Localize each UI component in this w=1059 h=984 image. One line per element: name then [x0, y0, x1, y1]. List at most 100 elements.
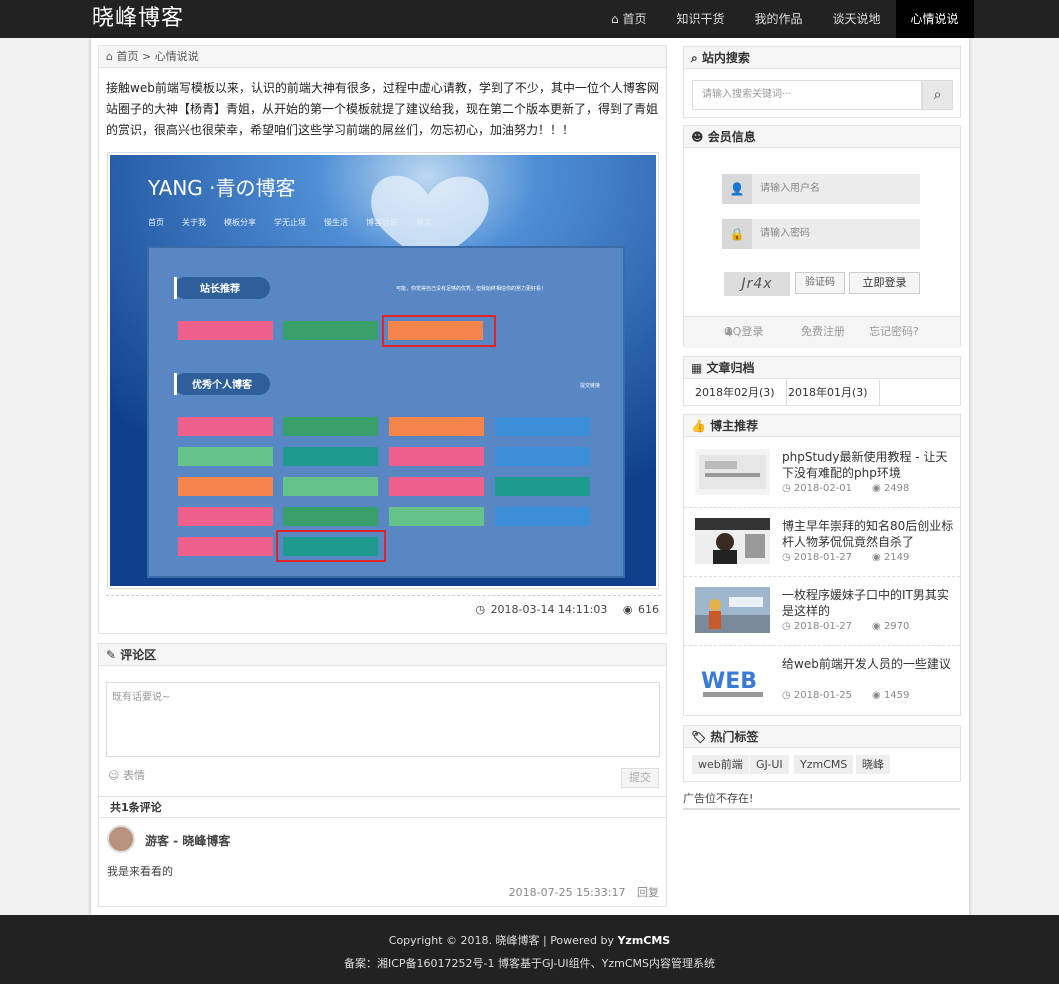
register-link[interactable]: 免费注册 — [801, 317, 845, 347]
member-header: ☻ 会员信息 — [684, 126, 960, 148]
home-icon: ⌂ — [106, 50, 117, 63]
shot-section-recommend: 站长推荐 — [200, 282, 240, 295]
tag-item[interactable]: web前端 — [692, 755, 749, 774]
search-header: ⌕ 站内搜索 — [684, 47, 960, 69]
user-icon: 👤 — [722, 174, 752, 204]
comments-panel: ✎ 评论区 既有话要说~ ☺ 表情 提交 共1条评论 游客 - 晓峰博客 我是来… — [98, 643, 667, 907]
comments-header: ✎ 评论区 — [99, 644, 666, 666]
tags-header: 🏷 热门标签 — [684, 726, 960, 748]
shot-title: YANG ·青の博客 — [147, 176, 296, 200]
shot-section-note: 可能，你觉得自己没有足够的优秀，但我始终相信你的努力更好看！ — [396, 285, 546, 292]
tag-item[interactable]: GJ-UI — [750, 755, 789, 774]
list-item[interactable]: phpStudy最新使用教程 - 让天下没有难配的php环境 ◷ 2018-02… — [684, 438, 960, 507]
login-button[interactable]: 立即登录 — [849, 272, 920, 294]
list-item[interactable]: 博主早年崇拜的知名80后创业标杆人物茅侃侃竟然自杀了 ◷ 2018-01-27 ◉… — [684, 507, 960, 576]
shot-nav-item: 模板分享 — [224, 217, 256, 227]
content-wrapper: ⌂ 首页 > 心情说说 接触web前端写模板以来，认识的前端大神有很多，过程中虚… — [91, 38, 969, 915]
article-title[interactable]: 博主早年崇拜的知名80后创业标杆人物茅侃侃竟然自杀了 — [782, 518, 954, 550]
reply-link[interactable]: 回复 — [637, 886, 659, 899]
list-item[interactable]: 一枚程序媛妹子口中的IT男其实是这样的 ◷ 2018-01-27 ◉ 2970 — [684, 576, 960, 645]
article-text: 接触web前端写模板以来，认识的前端大神有很多，过程中虚心请教，学到了不少，其中… — [106, 81, 659, 137]
search-input[interactable]: 请输入搜索关键词··· — [692, 80, 922, 110]
footer-copyright: Copyright © 2018. 晓峰博客 | Powered by YzmC… — [388, 934, 671, 947]
list-item[interactable]: WEB 给web前端开发人员的一些建议 ◷ 2018-01-25 ◉ 1459 — [684, 645, 960, 714]
tag-item[interactable]: YzmCMS — [794, 755, 854, 774]
shot-submit-link: 提交链接 — [580, 382, 600, 389]
footer-icp: 备案：湘ICP备16017252号-1 博客基于GJ-UI组件、YzmCMS内容… — [343, 957, 715, 970]
forgot-password-link[interactable]: 忘记密码? — [869, 317, 919, 347]
nav-home[interactable]: ⌂ 首页 — [596, 0, 661, 38]
smile-icon: ☺ — [108, 769, 123, 782]
thumbnail — [695, 449, 770, 495]
article-title[interactable]: phpStudy最新使用教程 - 让天下没有难配的php环境 — [782, 449, 954, 481]
search-icon: ⌕ — [691, 51, 702, 65]
nav-talk[interactable]: 谈天说地 — [817, 0, 895, 38]
comment-textarea[interactable]: 既有话要说~ — [106, 682, 660, 757]
site-logo[interactable]: 晓峰博客 — [92, 4, 184, 34]
comment-count: 共1条评论 — [99, 796, 666, 818]
article-meta: ◷ 2018-02-01 ◉ 2498 — [782, 483, 910, 494]
shot-nav-item: 首页 — [148, 217, 164, 227]
shot-section-blogs: 优秀个人博客 — [192, 378, 253, 391]
article-image: YANG ·青の博客 首页 关于我 模板分享 学无止境 慢生活 博客导航 留言 … — [107, 152, 659, 589]
divider — [106, 595, 661, 596]
breadcrumb-separator: > — [141, 50, 152, 63]
archive-item[interactable]: 2018年02月(3) — [684, 380, 787, 406]
recommend-header: 👍 博主推荐 — [684, 415, 960, 437]
article-panel: ⌂ 首页 > 心情说说 接触web前端写模板以来，认识的前端大神有很多，过程中虚… — [98, 45, 667, 634]
tag-icon: 🏷 — [691, 730, 711, 744]
search-panel: ⌕ 站内搜索 请输入搜索关键词··· ⌕ — [683, 46, 961, 118]
lock-icon: 🔒 — [722, 219, 752, 249]
search-button[interactable]: ⌕ — [922, 80, 953, 110]
tags-panel: 🏷 热门标签 web前端 GJ-UI YzmCMS 晓峰 — [683, 725, 961, 782]
thumbnail — [695, 587, 770, 633]
emoji-button[interactable]: ☺ 表情 — [108, 767, 145, 783]
breadcrumb-home[interactable]: 首页 — [116, 50, 138, 63]
shot-nav-item: 博客导航 — [366, 217, 398, 227]
avatar — [107, 825, 135, 853]
username-field[interactable]: 👤 请输入用户名 — [722, 174, 920, 204]
captcha-image[interactable]: Jr4x — [724, 272, 790, 296]
main-nav: ⌂ 首页 知识干货 我的作品 谈天说地 心情说说 — [596, 0, 974, 38]
divider — [683, 808, 960, 810]
home-icon: ⌂ — [611, 12, 623, 26]
article-title[interactable]: 一枚程序媛妹子口中的IT男其实是这样的 — [782, 587, 954, 619]
comment-user: 游客 - 晓峰博客 — [145, 834, 231, 848]
submit-button[interactable]: 提交 — [621, 768, 659, 788]
article-views: 616 — [638, 603, 659, 616]
archive-panel: ▦ 文章归档 2018年02月(3) 2018年01月(3) — [683, 356, 961, 406]
comment-text: 我是来看看的 — [107, 865, 173, 878]
comment-icon: ✎ — [106, 648, 121, 662]
comment-meta: 2018-07-25 15:33:17 回复 — [501, 884, 659, 900]
article-title[interactable]: 给web前端开发人员的一些建议 — [782, 656, 954, 672]
nav-knowledge[interactable]: 知识干货 — [661, 0, 739, 38]
login-footer: ♟ QQ登录 免费注册 忘记密码? — [684, 316, 960, 348]
article-date: 2018-03-14 14:11:03 — [490, 603, 608, 616]
shot-nav-item: 关于我 — [182, 217, 206, 227]
thumbnail — [695, 518, 770, 564]
article-meta: ◷ 2018-01-25 ◉ 1459 — [782, 690, 910, 701]
blog-screenshot: YANG ·青の博客 首页 关于我 模板分享 学无止境 慢生活 博客导航 留言 … — [110, 155, 656, 586]
article-meta: ◷ 2018-01-27 ◉ 2149 — [782, 552, 910, 563]
powered-by-link[interactable]: YzmCMS — [617, 934, 670, 947]
top-bar: 晓峰博客 ⌂ 首页 知识干货 我的作品 谈天说地 心情说说 — [0, 0, 1059, 38]
nav-mood[interactable]: 心情说说 — [895, 0, 974, 38]
password-field[interactable]: 🔒 请输入密码 — [722, 219, 920, 249]
breadcrumb-current[interactable]: 心情说说 — [155, 50, 199, 63]
member-panel: ☻ 会员信息 👤 请输入用户名 🔒 请输入密码 Jr4x 验证码 立即登录 ♟ … — [683, 125, 961, 348]
nav-works[interactable]: 我的作品 — [739, 0, 817, 38]
shot-nav-item: 慢生活 — [324, 217, 348, 227]
comment-time: 2018-07-25 15:33:17 — [508, 886, 626, 899]
article-meta: ◷ 2018-01-27 ◉ 2970 — [782, 621, 910, 632]
captcha-input[interactable]: 验证码 — [795, 272, 845, 294]
thumbnail: WEB — [695, 656, 770, 702]
shot-nav-item: 学无止境 — [274, 217, 306, 227]
archive-item[interactable]: 2018年01月(3) — [777, 380, 880, 406]
footer: Copyright © 2018. 晓峰博客 | Powered by YzmC… — [0, 915, 1059, 984]
thumbs-up-icon: 👍 — [691, 419, 711, 433]
tag-item[interactable]: 晓峰 — [856, 755, 890, 774]
user-circle-icon: ☻ — [691, 130, 708, 144]
breadcrumb: ⌂ 首页 > 心情说说 — [99, 46, 666, 68]
article-meta: ◷ 2018-03-14 14:11:03 ◉ 616 — [463, 603, 659, 616]
clock-icon: ◷ — [475, 603, 486, 616]
